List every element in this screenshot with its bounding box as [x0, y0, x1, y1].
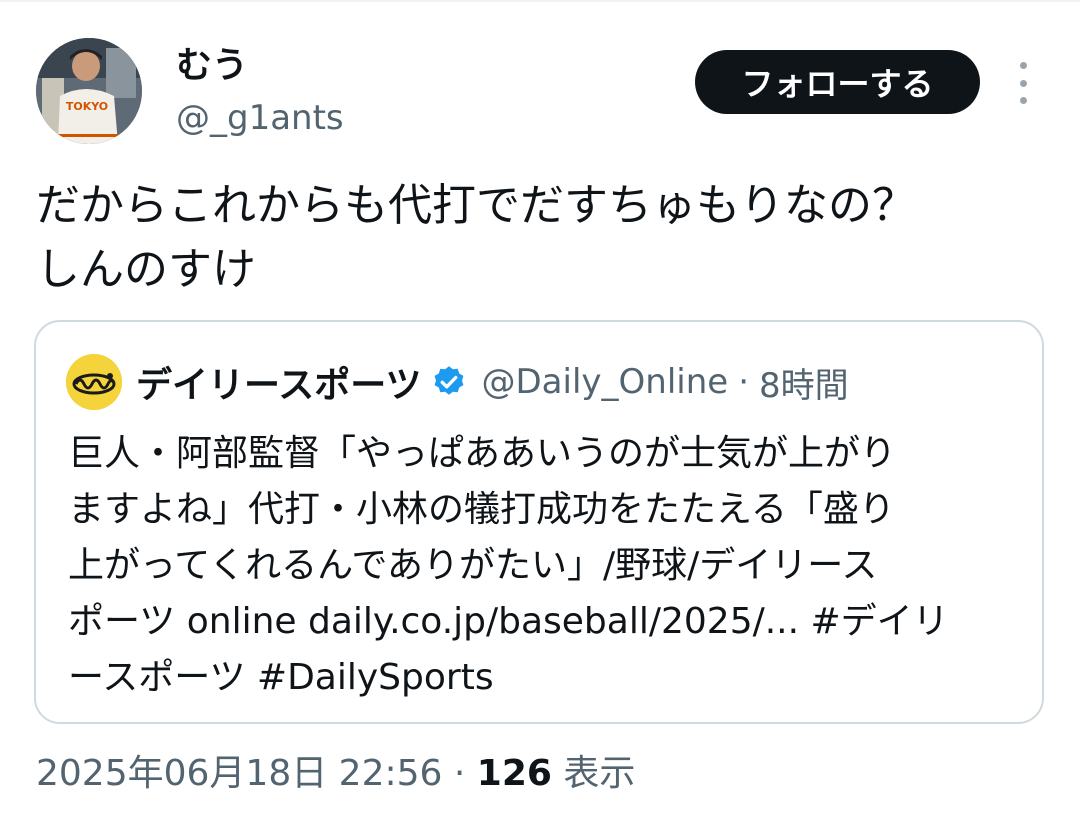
avatar-jersey-text: TOKYO — [66, 100, 108, 113]
quote-timestamp[interactable]: 8時間 — [759, 358, 849, 407]
follow-button[interactable]: フォローする — [695, 50, 980, 114]
tweet-timestamp[interactable]: 2025年06月18日 22:56 — [36, 753, 442, 794]
more-vertical-icon[interactable] — [1008, 62, 1038, 104]
author-avatar[interactable]: TOKYO — [36, 38, 142, 144]
more-dot — [1019, 79, 1027, 87]
tweet-header: TOKYO むう @_g1ants フォローする — [0, 0, 1080, 160]
tweet-text: だからこれからも代打でだすちゅもりなの？ しんのすけ — [36, 174, 1046, 302]
author-handle[interactable]: @_g1ants — [176, 96, 344, 140]
quote-tweet-card[interactable]: デイリースポーツ @Daily_Online · 8時間 巨人・阿部監督「やっぱ… — [34, 320, 1044, 724]
views-label: 表示 — [563, 753, 636, 794]
quote-body-line: 巨人・阿部監督「やっぱああいうのが士気が上がり — [68, 433, 897, 474]
tweet-meta: 2025年06月18日 22:56 · 126 表示 — [36, 750, 635, 798]
quote-author-name[interactable]: デイリースポーツ — [136, 356, 421, 408]
quote-body-line: ポーツ online daily.co.jp/baseball/2025/...… — [68, 601, 949, 642]
baseball-player-photo-avatar: TOKYO — [36, 38, 142, 144]
views-count: 126 — [476, 753, 552, 794]
more-dot — [1019, 97, 1027, 104]
quote-body-line: 上がってくれるんでありがたい」/野球/デイリース — [68, 545, 878, 586]
quote-author-avatar[interactable] — [66, 354, 122, 410]
daily-sports-logo-avatar — [66, 354, 122, 410]
author-display-name[interactable]: むう — [176, 42, 248, 90]
quote-separator: · — [738, 362, 749, 402]
meta-separator: · — [453, 753, 466, 794]
quote-body: 巨人・阿部監督「やっぱああいうのが士気が上がり ますよね」代打・小林の犠打成功を… — [68, 426, 1018, 706]
verified-badge-icon — [435, 366, 464, 395]
quote-author-handle[interactable]: @Daily_Online — [481, 362, 728, 402]
tweet-text-line: しんのすけ — [36, 244, 256, 295]
quote-body-line: ースポーツ #DailySports — [68, 657, 494, 698]
quote-body-line: ますよね」代打・小林の犠打成功をたたえる「盛り — [68, 489, 895, 530]
more-dot — [1019, 62, 1027, 69]
quote-header: デイリースポーツ @Daily_Online · 8時間 — [66, 352, 849, 412]
tweet-text-line: だからこれからも代打でだすちゅもりなの？ — [36, 180, 916, 231]
